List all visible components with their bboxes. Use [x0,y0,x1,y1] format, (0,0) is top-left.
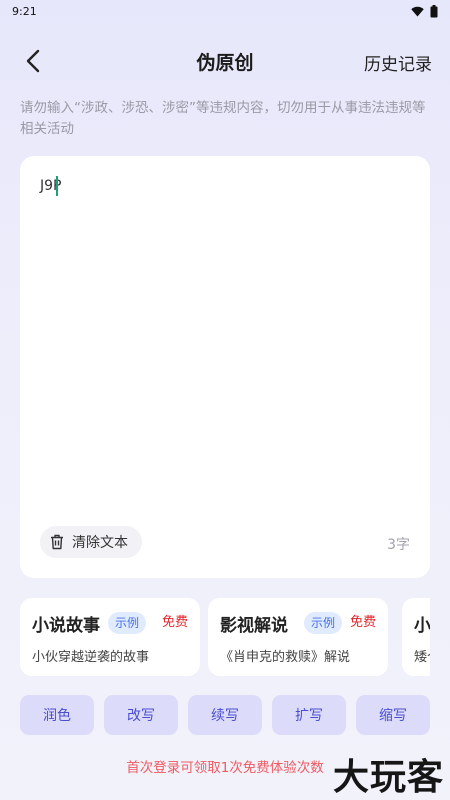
polish-button[interactable]: 润色 [20,695,94,735]
example-tag: 示例 [108,612,147,634]
header: 伪原创 历史记录 [0,38,450,84]
example-title: 影视解说 [220,616,288,636]
tool-buttons: 润色 改写 续写 扩写 缩写 [20,695,430,735]
clear-text-button[interactable]: 清除文本 [40,526,142,558]
text-caret [56,176,58,196]
example-card-novel[interactable]: 小说故事 示例 免费 小伙穿越逆袭的故事 [20,598,200,676]
watermark-logo: 大玩客 [332,756,444,798]
free-badge: 免费 [161,615,188,630]
status-bar: 9:21 [0,0,450,22]
condense-button[interactable]: 缩写 [356,695,430,735]
editor-content[interactable]: J9P [40,178,61,194]
example-desc: 小伙穿越逆袭的故事 [32,650,150,665]
free-badge: 免费 [349,615,376,630]
clear-text-label: 清除文本 [72,535,128,551]
example-title: 小 [414,616,430,636]
example-title: 小说故事 [32,616,100,636]
battery-icon [430,4,438,17]
continue-button[interactable]: 续写 [188,695,262,735]
example-tag: 示例 [304,612,343,634]
trash-icon [51,534,63,550]
wifi-icon [411,6,424,16]
notice-text: 请勿输入“涉政、涉恐、涉密”等违规内容，切勿用于从事违法违规等相关活动 [20,100,426,137]
status-time: 9:21 [12,4,37,18]
example-card-partial[interactable]: 小 矮个 [402,598,430,676]
example-desc: 《肖申克的救赎》解说 [220,650,351,665]
examples-carousel[interactable]: 小说故事 示例 免费 小伙穿越逆袭的故事 影视解说 示例 免费 《肖申克的救赎》… [20,598,430,678]
status-icons [411,4,438,18]
example-card-film[interactable]: 影视解说 示例 免费 《肖申克的救赎》解说 [208,598,388,676]
rewrite-button[interactable]: 改写 [104,695,178,735]
history-button[interactable]: 历史记录 [364,50,432,75]
text-editor[interactable]: J9P 清除文本 3字 [20,156,430,578]
char-count: 3字 [387,537,410,553]
expand-button[interactable]: 扩写 [272,695,346,735]
example-desc: 矮个 [414,650,430,665]
